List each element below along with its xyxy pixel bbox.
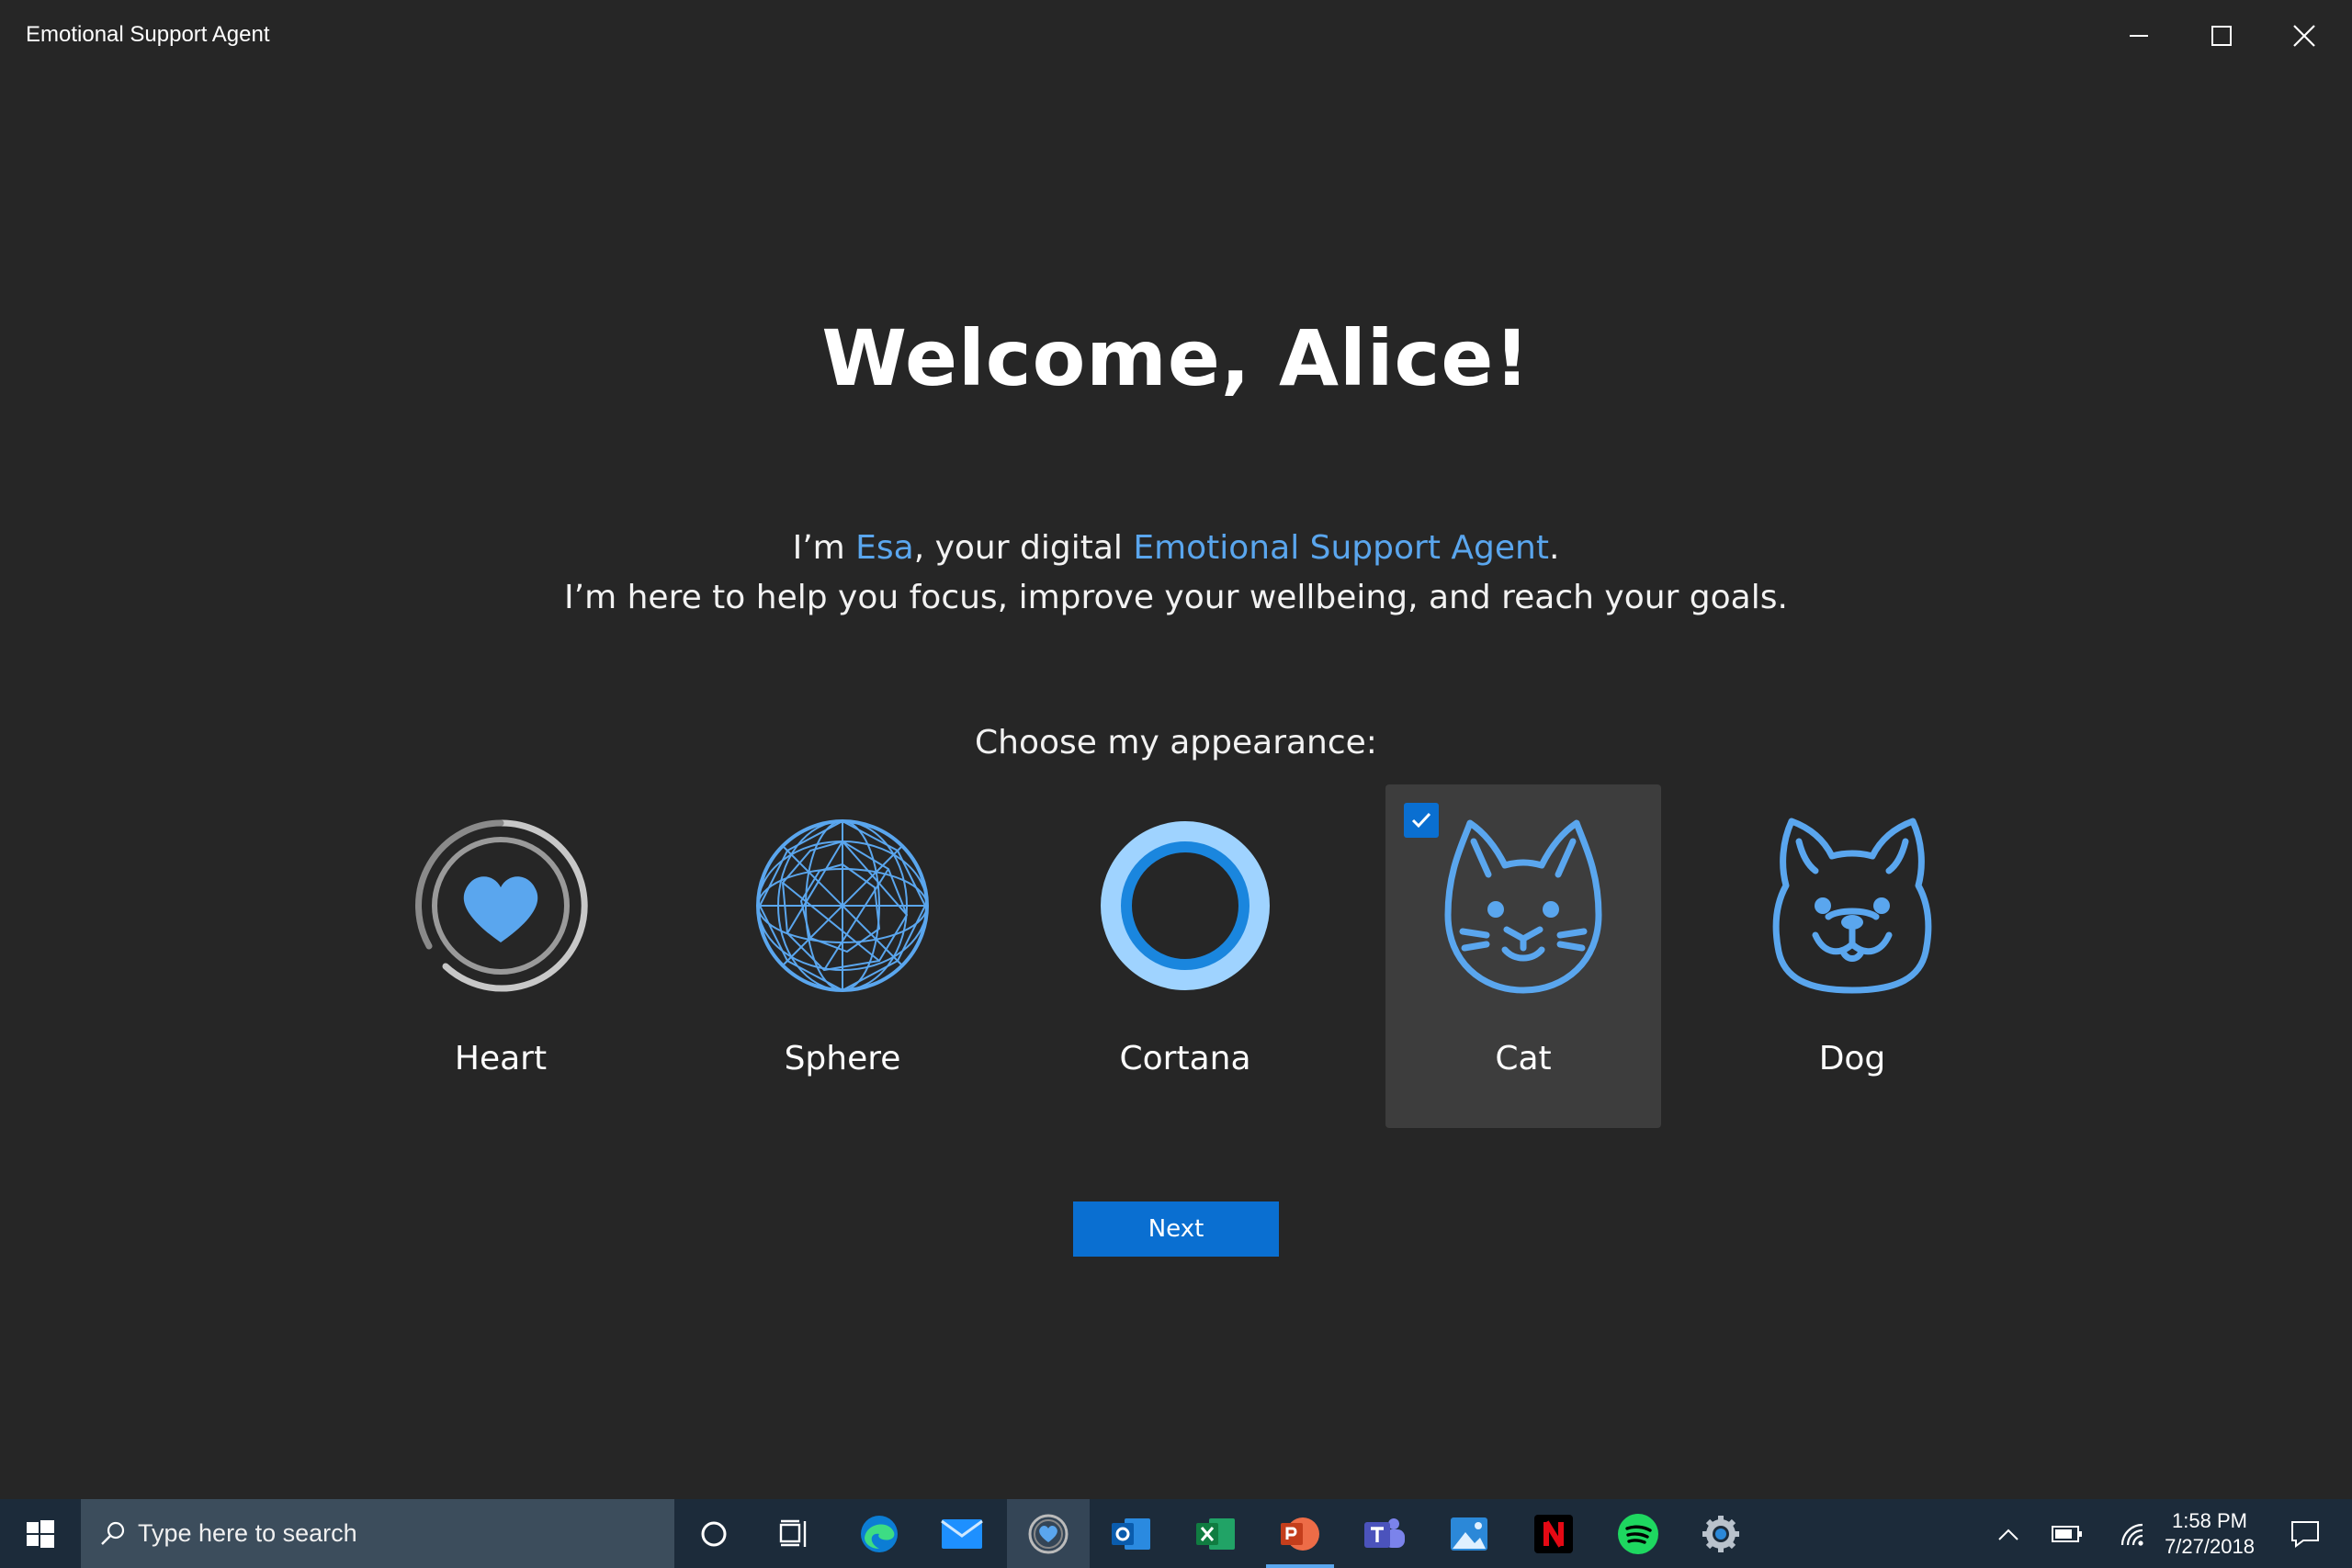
network-indicator[interactable] <box>2111 1499 2155 1568</box>
cat-face-icon <box>1444 819 1602 994</box>
taskbar-task-view[interactable] <box>755 1499 834 1568</box>
taskbar-edge[interactable] <box>840 1499 919 1568</box>
show-hidden-icons-button[interactable] <box>1990 1499 2027 1568</box>
chevron-up-icon <box>1998 1529 2018 1540</box>
task-view-icon <box>779 1519 807 1547</box>
close-icon <box>2293 25 2315 47</box>
intro-text: I’m Esa, your digital Emotional Support … <box>0 524 2352 623</box>
taskbar-spotify[interactable] <box>1599 1499 1678 1568</box>
geodesic-sphere-icon <box>756 819 929 992</box>
cortana-icon <box>701 1521 727 1546</box>
checkmark-icon <box>1411 812 1431 829</box>
title-bar: Emotional Support Agent <box>0 0 2352 72</box>
clock-time: 1:58 PM <box>2172 1509 2247 1532</box>
window-title: Emotional Support Agent <box>26 22 270 47</box>
battery-icon <box>2052 1525 2082 1542</box>
minimize-button[interactable] <box>2098 0 2179 72</box>
option-label: Cortana <box>1119 1040 1251 1077</box>
wifi-icon <box>2120 1523 2143 1546</box>
option-label: Dog <box>1818 1040 1886 1077</box>
esa-app-icon <box>1028 1514 1069 1553</box>
action-center-button[interactable] <box>2282 1499 2328 1568</box>
option-label: Heart <box>454 1040 548 1077</box>
taskbar-esa-app[interactable] <box>1007 1499 1090 1568</box>
windows-logo-icon <box>27 1519 54 1548</box>
teams-icon <box>1364 1517 1405 1548</box>
taskbar-outlook[interactable] <box>1091 1499 1170 1568</box>
appearance-option-cat[interactable]: Cat <box>1385 784 1661 1128</box>
intro-line-2: I’m here to help you focus, improve your… <box>564 579 1788 616</box>
outlook-icon <box>1112 1517 1150 1550</box>
dog-face-icon <box>1772 818 1932 994</box>
appearance-option-dog[interactable]: Dog <box>1714 784 1990 1128</box>
heart-ring-icon <box>415 819 588 992</box>
maximize-button[interactable] <box>2181 0 2262 72</box>
option-label: Cat <box>1495 1040 1552 1077</box>
appearance-prompt: Choose my appearance: <box>975 724 1377 761</box>
notification-icon <box>2291 1520 2319 1548</box>
cortana-ring-icon <box>1101 821 1270 990</box>
taskbar-clock[interactable]: 1:58 PM 7/27/2018 <box>2150 1508 2269 1560</box>
taskbar-settings[interactable] <box>1681 1499 1760 1568</box>
powerpoint-icon <box>1281 1517 1319 1551</box>
taskbar-excel[interactable] <box>1176 1499 1255 1568</box>
page-title: Welcome, Alice! <box>821 313 1531 403</box>
taskbar-photos[interactable] <box>1430 1499 1509 1568</box>
settings-icon <box>1702 1515 1739 1552</box>
maximize-icon <box>2211 26 2232 46</box>
battery-indicator[interactable] <box>2045 1499 2089 1568</box>
taskbar-netflix[interactable] <box>1514 1499 1593 1568</box>
clock-date: 7/27/2018 <box>2165 1535 2255 1558</box>
taskbar-teams[interactable] <box>1345 1499 1424 1568</box>
search-icon <box>101 1521 125 1545</box>
minimize-icon <box>2130 35 2148 37</box>
taskbar-cortana[interactable] <box>674 1499 753 1568</box>
agent-full-name: Emotional Support Agent <box>1133 529 1549 567</box>
next-button[interactable]: Next <box>1073 1201 1279 1257</box>
edge-icon <box>861 1515 898 1552</box>
option-label: Sphere <box>784 1040 901 1077</box>
start-button[interactable] <box>0 1499 81 1568</box>
appearance-option-heart[interactable]: Heart <box>363 784 639 1128</box>
taskbar-powerpoint[interactable] <box>1261 1499 1340 1568</box>
intro-line-1: I’m Esa, your digital Emotional Support … <box>792 529 1560 567</box>
netflix-icon <box>1534 1514 1573 1553</box>
search-placeholder: Type here to search <box>138 1519 357 1547</box>
taskbar-mail[interactable] <box>922 1499 1001 1568</box>
close-button[interactable] <box>2264 0 2345 72</box>
mail-icon <box>941 1518 983 1549</box>
appearance-option-cortana[interactable]: Cortana <box>1047 784 1323 1128</box>
appearance-option-sphere[interactable]: Sphere <box>705 784 980 1128</box>
taskbar: Type here to search 1:58 PM 7/27/2018 <box>0 1499 2352 1568</box>
excel-icon <box>1196 1517 1235 1550</box>
agent-name: Esa <box>855 529 914 567</box>
photos-icon <box>1451 1517 1487 1551</box>
taskbar-search-box[interactable]: Type here to search <box>81 1499 674 1568</box>
spotify-icon <box>1618 1513 1658 1554</box>
